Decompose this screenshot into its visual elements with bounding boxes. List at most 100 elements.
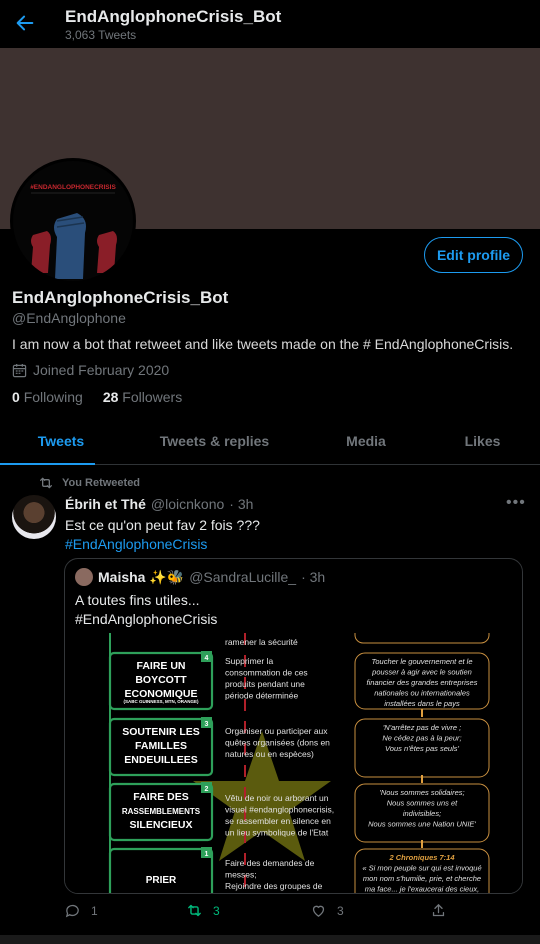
profile-stats: 0 Following 28 Followers [12,389,182,405]
step-description: période déterminée [225,691,299,701]
tab-tweets-replies[interactable]: Tweets & replies [122,418,307,464]
header-tweet-count: 3,063 Tweets [65,28,137,42]
quoted-author-handle: @SandraLucille_ [189,569,297,585]
bubble-text: nationales ou internationales [374,689,470,698]
bubble-text: installées dans le pays [384,699,460,708]
tweet-author-handle[interactable]: @loicnkono [151,496,224,512]
step-number: 2 [205,786,209,793]
edit-profile-button[interactable]: Edit profile [424,237,523,273]
step-description: visuel #endanglophonecrisis, [225,805,334,815]
calendar-icon [12,363,27,377]
bubble-text: Nous sommes uns et [387,799,458,808]
tweet-body: Est ce qu'on peut fav 2 fois ??? [65,517,260,533]
step-number: 1 [205,851,209,858]
retweet-context: You Retweeted [38,475,140,491]
tweet-hashtag[interactable]: #EndAnglophoneCrisis [65,535,260,554]
quoted-tweet-time: · 3h [301,569,326,585]
step-box [108,847,214,893]
profile-handle: @EndAnglophone [12,310,126,326]
like-button[interactable]: 3 [310,902,344,919]
bubble-text: Nous sommes une Nation UNIE' [368,820,476,829]
following-link[interactable]: 0 Following [12,389,83,405]
like-count: 3 [337,903,344,918]
quoted-line-1: A toutes fins utiles... [75,592,200,608]
profile-name: EndAnglophoneCrisis_Bot [12,288,229,307]
reply-button[interactable]: 1 [64,902,98,919]
followers-label: Followers [122,389,183,405]
bubble-text: 'N'arrêtez pas de vivre ; [383,723,461,732]
bubble-text: pousser à agir avec le soutien [371,668,472,677]
quoted-tweet[interactable]: Maisha ✨🐝 @SandraLucille_ · 3h A toutes … [64,558,523,894]
step-title: ENDEUILLEES [124,754,198,766]
step-number: 3 [205,721,209,728]
reply-count: 1 [91,903,98,918]
step-number: 4 [205,655,209,662]
quoted-tweet-image[interactable]: ramener la sécurité 4 FAIRE UN BOYCOTT ECONO… [65,633,522,895]
step-title: SOUTENIR LES [122,726,200,738]
retweet-count: 3 [213,903,220,918]
tweet-text: Est ce qu'on peut fav 2 fois ??? #EndAng… [65,516,260,554]
tab-tweets[interactable]: Tweets [0,418,122,465]
share-button[interactable] [430,902,447,919]
tweet-time[interactable]: · 3h [229,496,253,512]
tab-likes[interactable]: Likes [425,418,540,464]
tweet-author-avatar[interactable] [12,495,56,539]
step-title: FAIRE UN [136,660,185,672]
bubble-text: financier des grandes entreprises [367,678,478,687]
step-title: FAMILLES [135,740,187,752]
bubble-text: 'Nous sommes solidaires; [379,788,464,797]
bubble-text: « Si mon peuple sur qui est invoqué [362,864,481,873]
step-description: quêtes organisées (dons en [225,738,330,748]
retweet-button[interactable]: 3 [186,902,220,919]
profile-avatar[interactable]: #ENDANGLOPHONECRISIS [10,158,136,284]
step-description: Organiser ou participer aux [225,726,328,736]
top-bar: EndAnglophoneCrisis_Bot 3,063 Tweets [0,0,540,48]
step-description: Faire des demandes de [225,858,315,868]
step-title: FAIRE DES [133,791,188,803]
step-description: prières; [225,893,253,895]
step-description: un lieu symbolique de l'Etat [225,828,329,838]
tweet-actions: 1 3 3 [64,902,454,924]
step-title: PRIER [146,875,177,886]
bible-reference: 2 Chroniques 7:14 [388,853,455,862]
heart-icon [312,905,325,917]
infographic-top-text: ramener la sécurité [225,637,298,647]
quoted-tweet-text: A toutes fins utiles... #EndAnglophoneCr… [75,591,217,629]
step-title: SILENCIEUX [129,819,192,831]
bubble-text: ma face... je l'exaucerai des cieux, [365,885,479,894]
top-bubble [354,633,490,644]
header-name: EndAnglophoneCrisis_Bot [65,7,282,26]
tweet-author-name[interactable]: Ébrih et Thé [65,496,146,512]
profile-bio: I am now a bot that retweet and like twe… [12,336,514,352]
step-title: RASSEMBLEMENTS [122,807,201,816]
infographic-svg: ramener la sécurité4FAIRE UNBOYCOTTECONO… [108,633,490,895]
step-subtitle: (SABC GUINNESS, MTN, ORANGE) [123,699,199,704]
step-description: messes; [225,870,257,880]
back-arrow-icon[interactable] [14,12,38,36]
bubble-text: Vous n'êtes pas seuls' [385,744,459,753]
retweet-action-icon [188,904,201,917]
retweet-icon [40,477,52,489]
tweet-header: Ébrih et Thé @loicnkono · 3h [65,496,253,512]
more-options-icon[interactable]: ••• [506,494,526,512]
followers-link[interactable]: 28 Followers [103,389,182,405]
joined-date: Joined February 2020 [33,362,170,378]
profile-tabs: Tweets Tweets & replies Media Likes [0,418,540,465]
bubble-text: indivisibles; [403,809,441,818]
step-title: BOYCOTT [135,674,187,686]
step-description: se rassembler en silence en [225,816,331,826]
following-count: 0 [12,389,20,405]
retweet-label: You Retweeted [62,477,141,489]
avatar-logo-text: #ENDANGLOPHONECRISIS [30,184,116,191]
step-description: produits pendant une [225,679,305,689]
reply-icon [65,904,79,918]
step-description: consommation de ces [225,668,308,678]
quoted-author-avatar [75,568,93,586]
bubble-text: mon nom s'humilie, prie, et cherche [363,874,481,883]
following-label: Following [23,389,83,405]
tab-media[interactable]: Media [307,418,425,464]
share-icon [432,903,445,917]
profile-joined: Joined February 2020 [12,362,169,378]
step-description: Vêtu de noir ou arborant un [225,793,329,803]
quoted-author-name: Maisha ✨🐝 [98,568,185,585]
